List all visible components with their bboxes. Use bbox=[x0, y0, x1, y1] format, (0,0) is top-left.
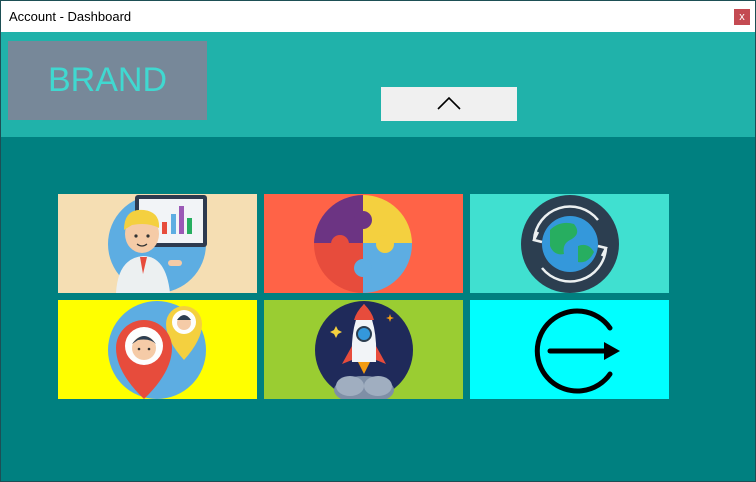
dashboard-content bbox=[1, 137, 755, 481]
tile-rocket[interactable] bbox=[264, 300, 463, 399]
brand-logo: BRAND bbox=[8, 41, 207, 120]
brand-label: BRAND bbox=[47, 61, 168, 99]
rocket-icon bbox=[315, 301, 413, 399]
tile-location[interactable] bbox=[58, 300, 257, 399]
close-button[interactable]: x bbox=[734, 9, 750, 25]
puzzle-icon bbox=[314, 195, 412, 293]
title-bar: Account - Dashboard x bbox=[1, 1, 755, 32]
tile-globe[interactable] bbox=[470, 194, 669, 293]
tile-puzzle[interactable] bbox=[264, 194, 463, 293]
window-title: Account - Dashboard bbox=[9, 9, 132, 24]
logout-icon bbox=[534, 308, 620, 394]
app-window: Account - Dashboard x BRAND bbox=[0, 0, 756, 482]
tile-logout[interactable] bbox=[470, 300, 669, 399]
location-people-icon bbox=[108, 301, 206, 399]
presenter-chart-icon bbox=[108, 195, 207, 293]
header-panel: BRAND bbox=[1, 32, 755, 137]
globe-sync-icon bbox=[521, 195, 619, 293]
tile-presentation[interactable] bbox=[58, 194, 257, 293]
collapse-header-button[interactable] bbox=[381, 87, 517, 121]
chevron-up-icon bbox=[437, 96, 461, 110]
